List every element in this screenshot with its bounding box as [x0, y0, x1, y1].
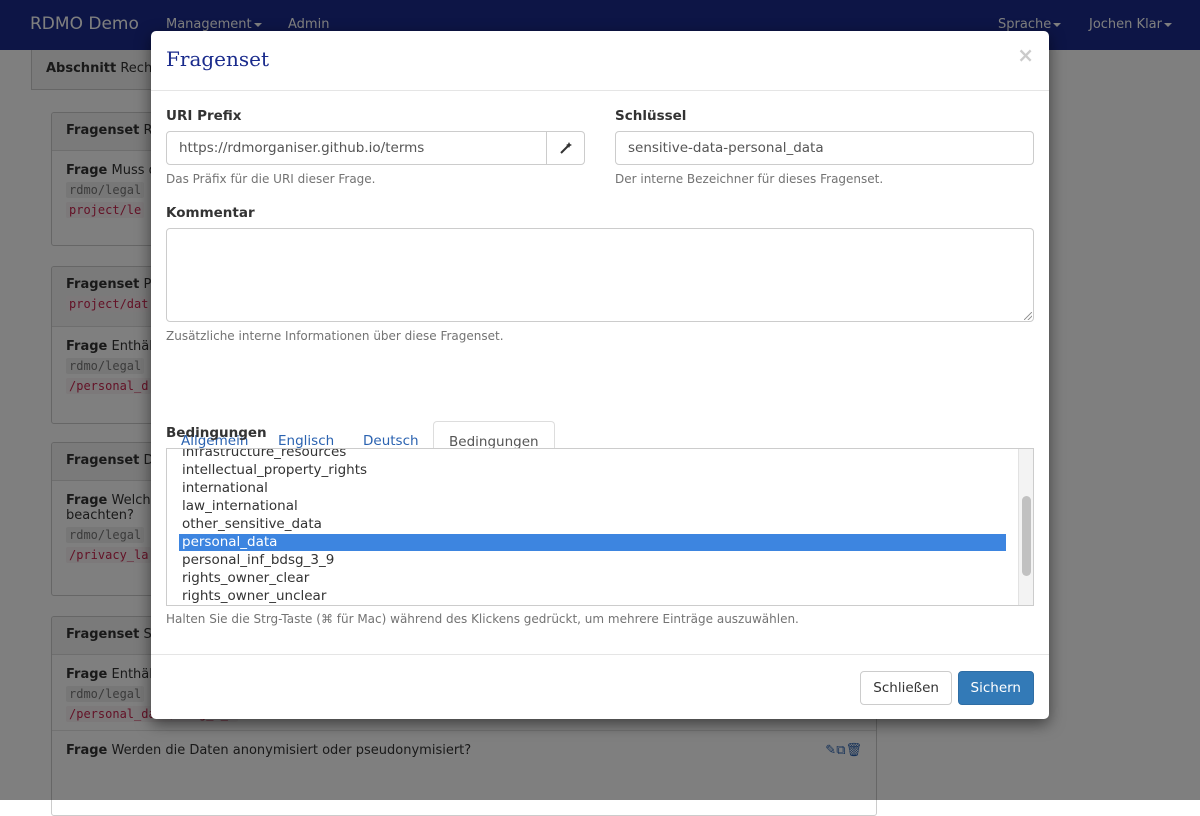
- list-item[interactable]: other_sensitive_data: [179, 516, 1006, 533]
- uri-prefix-label: URI Prefix: [166, 108, 242, 124]
- conditions-select[interactable]: infrastructure_resources intellectual_pr…: [166, 448, 1034, 606]
- resize-handle-icon[interactable]: [1024, 312, 1032, 320]
- fragenset-modal: Fragenset × URI Prefix https://rdmorgani…: [151, 31, 1049, 719]
- list-item[interactable]: rights_owner_unclear: [179, 588, 1006, 605]
- list-item[interactable]: law_international: [179, 498, 1006, 515]
- key-input[interactable]: sensitive-data-personal_data: [615, 131, 1034, 165]
- modal-footer: Schließen Sichern: [151, 654, 1049, 719]
- scrollbar[interactable]: [1018, 449, 1033, 605]
- scrollbar-thumb[interactable]: [1022, 496, 1031, 576]
- modal-body: URI Prefix https://rdmorganiser.github.i…: [151, 91, 1049, 654]
- save-button[interactable]: Sichern: [957, 671, 1034, 705]
- list-item[interactable]: intellectual_property_rights: [179, 462, 1006, 479]
- comment-label: Kommentar: [166, 205, 255, 221]
- list-item[interactable]: infrastructure_resources: [179, 449, 1006, 461]
- conditions-help: Halten Sie die Strg-Taste (⌘ für Mac) wä…: [166, 612, 799, 626]
- comment-textarea[interactable]: [166, 228, 1034, 322]
- uri-prefix-input[interactable]: https://rdmorganiser.github.io/terms: [166, 131, 548, 165]
- magic-wand-icon: [559, 142, 572, 154]
- list-item-selected[interactable]: personal_data: [179, 534, 1006, 551]
- uri-prefix-help: Das Präfix für die URI dieser Frage.: [166, 172, 376, 186]
- magic-wand-button[interactable]: [546, 131, 585, 165]
- list-item[interactable]: rights_owner_clear: [179, 570, 1006, 587]
- close-button[interactable]: Schließen: [860, 671, 952, 705]
- close-icon[interactable]: ×: [1017, 43, 1034, 67]
- list-item[interactable]: personal_inf_bdsg_3_9: [179, 552, 1006, 569]
- conditions-label: Bedingungen: [166, 425, 267, 441]
- key-help: Der interne Bezeichner für dieses Fragen…: [615, 172, 884, 186]
- list-item[interactable]: international: [179, 480, 1006, 497]
- comment-help: Zusätzliche interne Informationen über d…: [166, 329, 504, 343]
- modal-header: Fragenset ×: [151, 31, 1049, 91]
- key-label: Schlüssel: [615, 108, 687, 124]
- modal-title: Fragenset: [166, 47, 270, 71]
